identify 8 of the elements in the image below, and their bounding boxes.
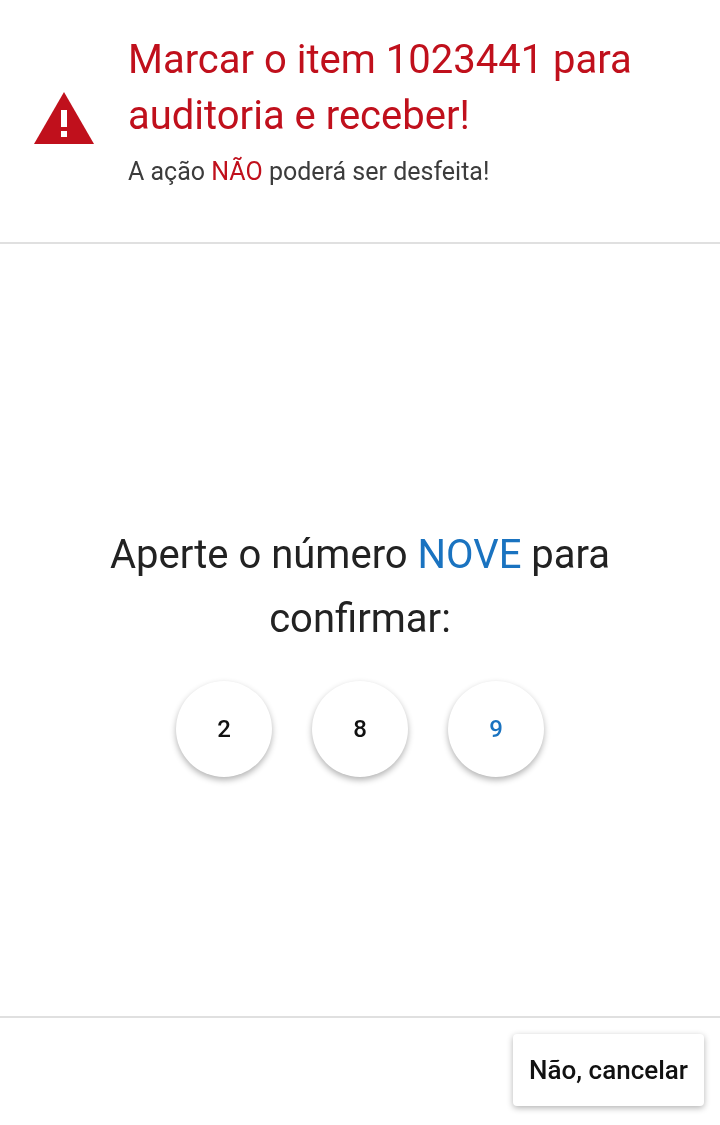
warning-icon xyxy=(34,92,94,144)
number-button[interactable]: 9 xyxy=(448,681,544,777)
number-button[interactable]: 8 xyxy=(312,681,408,777)
number-button[interactable]: 2 xyxy=(176,681,272,777)
cancel-button[interactable]: Não, cancelar xyxy=(513,1034,704,1106)
warning-text: A ação NÃO poderá ser desfeita! xyxy=(128,156,491,188)
dialog-title: Marcar o item 1023441 para auditoria e receber! xyxy=(128,35,633,141)
confirm-prompt: Aperte o número NOVE para confirmar: xyxy=(108,530,612,644)
